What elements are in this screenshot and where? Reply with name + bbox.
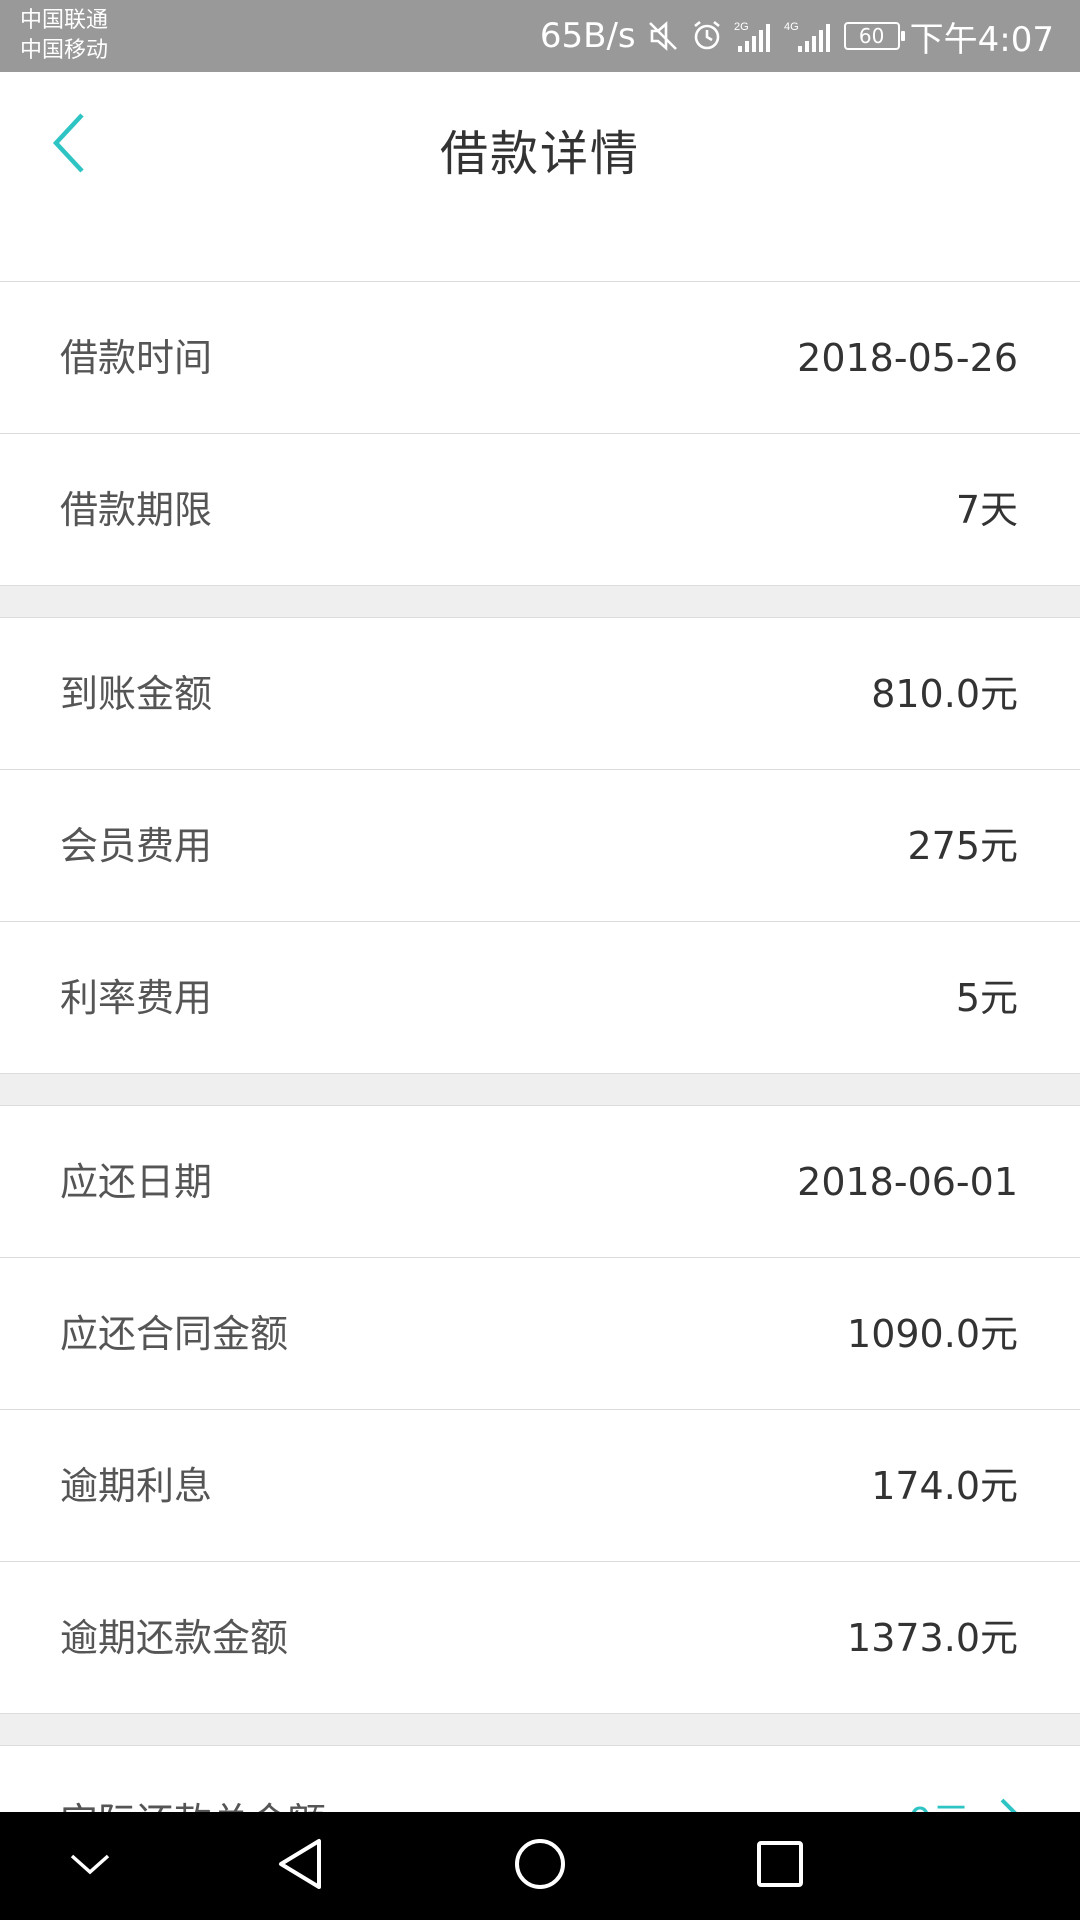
- circle-home-icon: [513, 1837, 567, 1895]
- system-nav-bar: [0, 1812, 1080, 1920]
- status-icons: 65B/s 2G 4G 60 下午4:07: [540, 0, 1054, 72]
- alarm-icon: [690, 19, 724, 53]
- square-recent-icon: [755, 1839, 805, 1893]
- section-divider: [0, 1714, 1080, 1746]
- row-label: 逾期利息: [60, 1464, 213, 1508]
- screen: 中国联通 中国移动 65B/s 2G 4G 60 下午4:07 借款时间 201…: [0, 0, 1080, 1920]
- row-value: 2018-05-26: [797, 336, 1018, 380]
- row-label: 借款时间: [60, 336, 213, 380]
- nav-back-button[interactable]: [268, 1834, 332, 1898]
- row-value: 810.0元: [871, 672, 1018, 716]
- row-loan-term: 借款期限 7天: [0, 434, 1080, 586]
- row-value: 275元: [907, 824, 1018, 868]
- page-title: 借款详情: [439, 126, 640, 182]
- carrier-names: 中国联通 中国移动: [20, 6, 108, 66]
- row-label: 利率费用: [60, 976, 213, 1020]
- status-time: 下午4:07: [909, 19, 1054, 60]
- row-label: 应还合同金额: [60, 1312, 289, 1356]
- signal-sim1-icon: 2G: [734, 18, 774, 54]
- row-overdue-repayment: 逾期还款金额 1373.0元: [0, 1562, 1080, 1714]
- signal-sim2-icon: 4G: [784, 18, 834, 54]
- row-value: 5元: [955, 976, 1018, 1020]
- row-value: 174.0元: [871, 1464, 1018, 1508]
- status-bar: 中国联通 中国移动 65B/s 2G 4G 60 下午4:07: [0, 0, 1080, 72]
- chevron-down-icon: [68, 1850, 112, 1882]
- row-label: 到账金额: [60, 672, 213, 716]
- battery-icon: 60: [843, 22, 905, 50]
- row-value: 7天: [955, 488, 1018, 532]
- nav-home-button[interactable]: [508, 1834, 572, 1898]
- row-label: 应还日期: [60, 1160, 213, 1204]
- app-header: 借款详情: [0, 72, 1080, 216]
- row-contract-amount-due: 应还合同金额 1090.0元: [0, 1258, 1080, 1410]
- row-label: 会员费用: [60, 824, 213, 868]
- row-value: 1090.0元: [847, 1312, 1018, 1356]
- row-overdue-interest: 逾期利息 174.0元: [0, 1410, 1080, 1562]
- row-value: 1373.0元: [847, 1616, 1018, 1660]
- carrier-1: 中国联通: [20, 8, 109, 33]
- row-loan-time: 借款时间 2018-05-26: [0, 282, 1080, 434]
- section-divider: [0, 586, 1080, 618]
- sim2-network-label: 4G: [784, 21, 799, 33]
- mute-icon: [646, 19, 680, 53]
- row-due-date: 应还日期 2018-06-01: [0, 1106, 1080, 1258]
- row-value: 2018-06-01: [797, 1160, 1018, 1204]
- network-speed: 65B/s: [539, 16, 636, 56]
- row-membership-fee: 会员费用 275元: [0, 770, 1080, 922]
- row-interest-fee: 利率费用 5元: [0, 922, 1080, 1074]
- section-divider: [0, 1074, 1080, 1106]
- nav-recent-button[interactable]: [748, 1834, 812, 1898]
- nav-hide-button[interactable]: [58, 1834, 122, 1898]
- carrier-2: 中国移动: [20, 38, 109, 63]
- sim1-network-label: 2G: [734, 21, 749, 33]
- loan-detail-list[interactable]: 借款金额 1080元 借款时间 2018-05-26 借款期限 7天 到账金额 …: [0, 170, 1080, 1898]
- row-received-amount: 到账金额 810.0元: [0, 618, 1080, 770]
- row-label: 借款期限: [60, 488, 213, 532]
- triangle-back-icon: [275, 1837, 325, 1895]
- row-label: 逾期还款金额: [60, 1616, 289, 1660]
